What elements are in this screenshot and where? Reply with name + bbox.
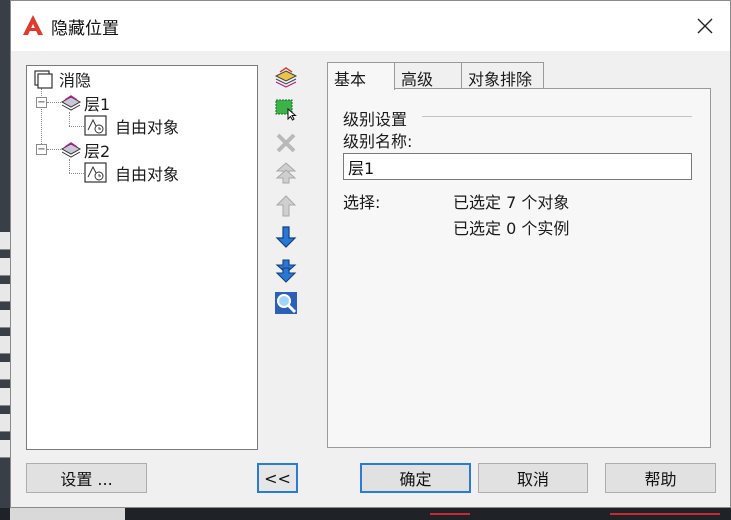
move-to-top-button[interactable]	[272, 159, 300, 187]
level-name-input[interactable]	[343, 153, 692, 180]
selection-label: 选择:	[343, 193, 381, 212]
background-app-footer	[0, 508, 731, 520]
tree-item-layer-2[interactable]: 层2	[60, 138, 110, 162]
tree-connector	[69, 173, 84, 174]
select-objects-icon	[275, 99, 297, 121]
tab-basic[interactable]: 基本	[327, 62, 395, 90]
new-layer-button[interactable]	[272, 63, 300, 91]
move-down-icon	[275, 226, 297, 248]
settings-button[interactable]: 设置 ...	[26, 463, 147, 493]
tree-item-free-objects[interactable]: 自由对象	[84, 161, 179, 185]
tree-connector	[47, 149, 61, 150]
move-to-bottom-icon	[275, 259, 297, 283]
tree-item-free-objects[interactable]: 自由对象	[84, 114, 179, 138]
title-bar: 隐藏位置	[11, 1, 730, 51]
close-icon	[697, 18, 713, 34]
background-cell	[0, 440, 10, 458]
delete-icon	[276, 133, 296, 153]
tree-expander[interactable]: −	[36, 144, 47, 155]
background-cell	[0, 362, 10, 380]
selected-instances-count: 已选定 0 个实例	[453, 219, 570, 238]
move-up-button[interactable]	[272, 192, 300, 220]
tree-item-label: 层1	[84, 95, 111, 114]
tree-item-layer-1[interactable]: 层1	[60, 91, 110, 115]
zoom-to-object-icon	[275, 292, 297, 314]
hide-group-icon	[34, 70, 53, 89]
background-panel	[10, 508, 125, 520]
tab-object-exclusion[interactable]: 对象排除	[461, 62, 544, 89]
background-cell	[0, 284, 10, 302]
tree-expander[interactable]: −	[36, 97, 47, 108]
tree-connector	[69, 126, 84, 127]
level-settings-heading: 级别设置	[343, 110, 408, 129]
background-cell	[0, 310, 10, 328]
layer-icon	[60, 95, 82, 111]
move-to-bottom-button[interactable]	[272, 257, 300, 285]
background-cell	[0, 232, 10, 250]
cancel-button[interactable]: 取消	[478, 463, 588, 493]
tree-item-root[interactable]: 消隐	[32, 67, 91, 91]
group-divider	[422, 116, 692, 117]
basic-tab-panel: 级别设置 级别名称: 选择: 已选定 7 个对象 已选定 0 个实例	[327, 88, 711, 448]
background-drawing-line	[430, 513, 470, 515]
delete-button[interactable]	[272, 129, 300, 157]
background-app-strip	[0, 0, 10, 520]
tree-item-label: 自由对象	[115, 165, 180, 184]
level-name-label: 级别名称:	[343, 132, 413, 151]
tree-connector	[47, 102, 61, 103]
background-cell	[0, 414, 10, 432]
new-layer-icon	[274, 67, 298, 88]
background-cell	[0, 336, 10, 354]
background-cell	[0, 388, 10, 406]
collapse-button[interactable]: <<	[257, 463, 298, 493]
autocad-logo-icon	[22, 14, 44, 36]
ok-button[interactable]: 确定	[360, 463, 471, 493]
help-button[interactable]: 帮助	[605, 463, 716, 493]
background-cell	[0, 258, 10, 276]
tree-item-label: 自由对象	[115, 118, 180, 137]
tree-item-label: 层2	[84, 142, 111, 161]
dialog-title: 隐藏位置	[51, 19, 119, 39]
tab-advanced[interactable]: 高级	[394, 62, 462, 89]
move-up-icon	[275, 195, 297, 217]
select-objects-button[interactable]	[272, 95, 300, 123]
close-button[interactable]	[687, 9, 723, 43]
background-drawing-line	[610, 513, 720, 515]
zoom-to-object-button[interactable]	[272, 289, 300, 317]
free-object-icon	[84, 115, 107, 136]
selected-objects-count: 已选定 7 个对象	[453, 193, 570, 212]
layer-icon	[60, 142, 82, 158]
move-to-top-icon	[275, 162, 297, 184]
move-down-button[interactable]	[272, 223, 300, 251]
free-object-icon	[84, 162, 107, 183]
hide-locations-dialog: 隐藏位置 消隐 − 层1 自由对象 − 层2 自由对象 基本 高级 对象排除 级…	[10, 0, 731, 508]
tree-item-label: 消隐	[59, 71, 92, 90]
hide-tree-view[interactable]: 消隐 − 层1 自由对象 − 层2 自由对象	[26, 65, 258, 450]
